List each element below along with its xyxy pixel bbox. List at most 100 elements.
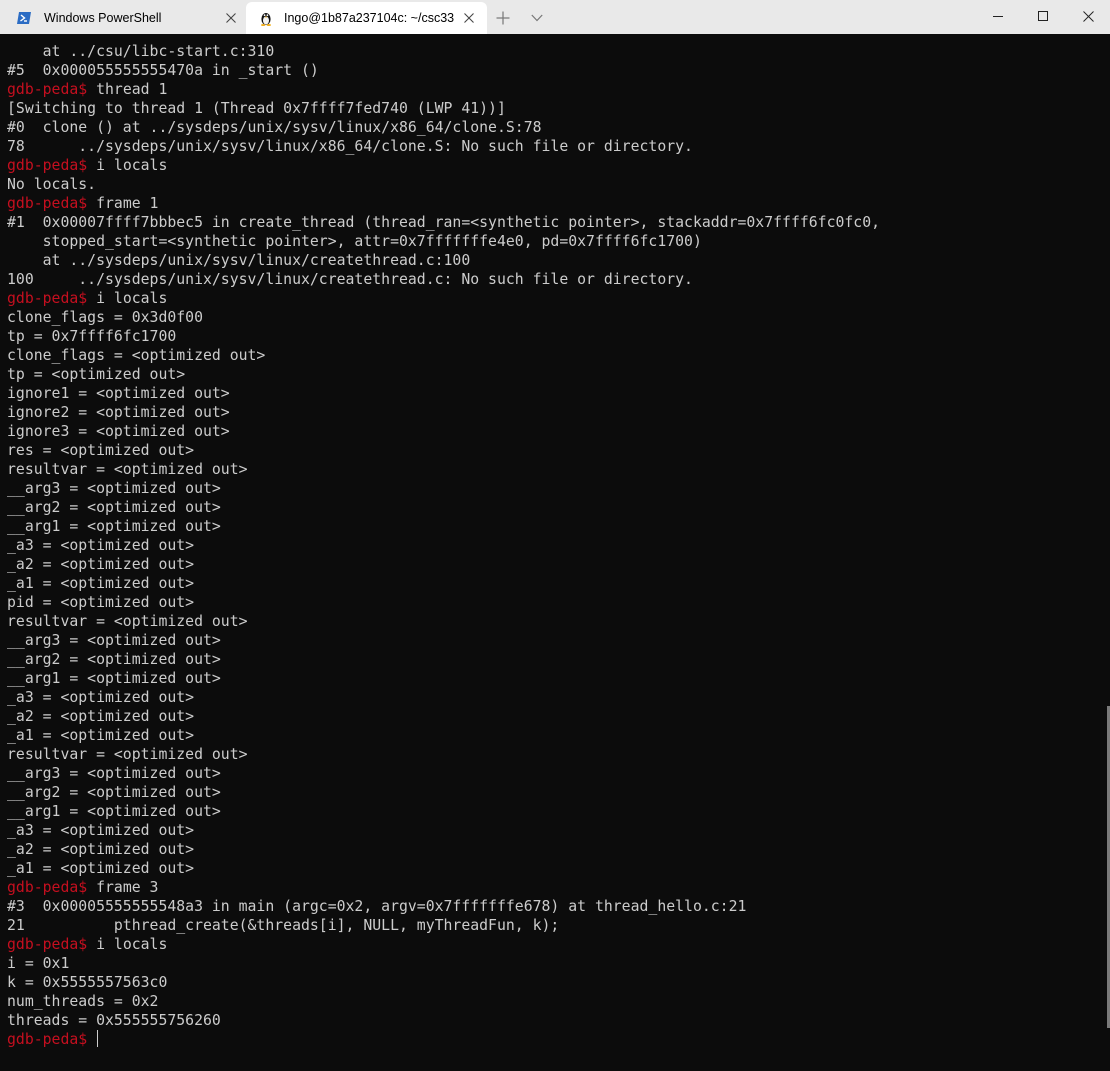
output-line: #3 0x00005555555548a3 in main (argc=0x2,… [7, 897, 880, 916]
output-text: 78 ../sysdeps/unix/sysv/linux/x86_64/clo… [7, 138, 693, 155]
terminal-window: Windows PowerShell Ingo@1b87a237104c: ~/… [0, 0, 1110, 1071]
output-text: tp = 0x7ffff6fc1700 [7, 328, 177, 345]
tab-title: Ingo@1b87a237104c: ~/csc331 [284, 11, 454, 25]
output-line: at ../csu/libc-start.c:310 [7, 42, 880, 61]
output-text: #3 0x00005555555548a3 in main (argc=0x2,… [7, 898, 747, 915]
close-window-button[interactable] [1065, 0, 1110, 32]
output-text: _a2 = <optimized out> [7, 841, 195, 858]
output-text: stopped_start=<synthetic pointer>, attr=… [7, 233, 702, 250]
output-text: __arg2 = <optimized out> [7, 651, 221, 668]
command-text: thread 1 [87, 81, 168, 98]
output-line: num_threads = 0x2 [7, 992, 880, 1011]
terminal-output[interactable]: at ../csu/libc-start.c:310 #5 0x000055555… [0, 34, 1102, 1071]
title-bar[interactable]: Windows PowerShell Ingo@1b87a237104c: ~/… [0, 0, 1110, 34]
command-text [87, 1031, 96, 1048]
maximize-button[interactable] [1020, 0, 1066, 32]
output-text: __arg1 = <optimized out> [7, 670, 221, 687]
close-icon [1082, 10, 1094, 22]
minimize-button[interactable] [975, 0, 1021, 32]
output-line: ignore1 = <optimized out> [7, 384, 880, 403]
output-line: k = 0x5555557563c0 [7, 973, 880, 992]
tab-linux[interactable]: Ingo@1b87a237104c: ~/csc331 [246, 2, 487, 34]
output-line: ignore2 = <optimized out> [7, 403, 880, 422]
prompt-line: gdb-peda$ i locals [7, 289, 880, 308]
output-text: __arg2 = <optimized out> [7, 499, 221, 516]
output-text: _a1 = <optimized out> [7, 860, 195, 877]
command-text: frame 1 [87, 195, 159, 212]
output-text: clone_flags = 0x3d0f00 [7, 309, 203, 326]
tab-powershell[interactable]: Windows PowerShell [0, 2, 245, 34]
new-tab-button[interactable] [490, 4, 516, 32]
output-line: tp = 0x7ffff6fc1700 [7, 327, 880, 346]
output-line: stopped_start=<synthetic pointer>, attr=… [7, 232, 880, 251]
prompt-text: gdb-peda$ [7, 81, 88, 98]
output-text: pid = <optimized out> [7, 594, 195, 611]
command-text: i locals [87, 936, 168, 953]
output-text: _a3 = <optimized out> [7, 537, 195, 554]
output-line: _a3 = <optimized out> [7, 688, 880, 707]
output-text: k = 0x5555557563c0 [7, 974, 168, 991]
output-text: __arg3 = <optimized out> [7, 632, 221, 649]
output-text: #0 clone () at ../sysdeps/unix/sysv/linu… [7, 119, 542, 136]
close-tab-icon[interactable] [461, 10, 477, 26]
output-text: clone_flags = <optimized out> [7, 347, 266, 364]
output-line: clone_flags = 0x3d0f00 [7, 308, 880, 327]
output-text: _a3 = <optimized out> [7, 689, 195, 706]
output-line: at ../sysdeps/unix/sysv/linux/createthre… [7, 251, 880, 270]
command-text: i locals [87, 157, 168, 174]
text-cursor [97, 1030, 99, 1047]
output-line: _a1 = <optimized out> [7, 574, 880, 593]
output-line: resultvar = <optimized out> [7, 460, 880, 479]
output-text: num_threads = 0x2 [7, 993, 159, 1010]
output-text: resultvar = <optimized out> [7, 613, 248, 630]
output-text: resultvar = <optimized out> [7, 746, 248, 763]
tab-dropdown-button[interactable] [524, 4, 550, 32]
prompt-text: gdb-peda$ [7, 1031, 88, 1048]
plus-icon [496, 11, 510, 25]
output-line: _a2 = <optimized out> [7, 707, 880, 726]
output-text: at ../csu/libc-start.c:310 [7, 43, 275, 60]
output-line: _a3 = <optimized out> [7, 821, 880, 840]
output-line: 21 pthread_create(&threads[i], NULL, myT… [7, 916, 880, 935]
output-text: res = <optimized out> [7, 442, 195, 459]
output-line: #5 0x000055555555470a in _start () [7, 61, 880, 80]
output-text: _a1 = <optimized out> [7, 727, 195, 744]
output-text: __arg3 = <optimized out> [7, 765, 221, 782]
close-tab-icon[interactable] [223, 10, 239, 26]
output-line: pid = <optimized out> [7, 593, 880, 612]
prompt-text: gdb-peda$ [7, 879, 88, 896]
prompt-line: gdb-peda$ [7, 1030, 880, 1049]
prompt-text: gdb-peda$ [7, 290, 88, 307]
output-text: threads = 0x555555756260 [7, 1012, 221, 1029]
output-text: __arg1 = <optimized out> [7, 803, 221, 820]
output-line: [Switching to thread 1 (Thread 0x7ffff7f… [7, 99, 880, 118]
output-text: #1 0x00007ffff7bbbec5 in create_thread (… [7, 214, 881, 231]
output-line: 100 ../sysdeps/unix/sysv/linux/createthr… [7, 270, 880, 289]
output-line: tp = <optimized out> [7, 365, 880, 384]
maximize-icon [1038, 11, 1048, 21]
output-line: __arg3 = <optimized out> [7, 479, 880, 498]
linux-penguin-icon [261, 13, 271, 26]
powershell-icon [17, 12, 31, 24]
tab-title: Windows PowerShell [44, 11, 162, 25]
output-line: __arg2 = <optimized out> [7, 650, 880, 669]
output-line: 78 ../sysdeps/unix/sysv/linux/x86_64/clo… [7, 137, 880, 156]
output-text: _a3 = <optimized out> [7, 822, 195, 839]
output-line: threads = 0x555555756260 [7, 1011, 880, 1030]
prompt-line: gdb-peda$ frame 1 [7, 194, 880, 213]
output-text: _a2 = <optimized out> [7, 556, 195, 573]
output-text: 21 pthread_create(&threads[i], NULL, myT… [7, 917, 560, 934]
output-text: __arg3 = <optimized out> [7, 480, 221, 497]
output-line: #1 0x00007ffff7bbbec5 in create_thread (… [7, 213, 880, 232]
output-line: __arg1 = <optimized out> [7, 517, 880, 536]
output-text: __arg1 = <optimized out> [7, 518, 221, 535]
prompt-text: gdb-peda$ [7, 157, 88, 174]
output-line: #0 clone () at ../sysdeps/unix/sysv/linu… [7, 118, 880, 137]
output-line: _a2 = <optimized out> [7, 555, 880, 574]
output-line: No locals. [7, 175, 880, 194]
output-text: resultvar = <optimized out> [7, 461, 248, 478]
output-text: at ../sysdeps/unix/sysv/linux/createthre… [7, 252, 471, 269]
scrollbar[interactable] [1102, 34, 1110, 1071]
output-text: 100 ../sysdeps/unix/sysv/linux/createthr… [7, 271, 693, 288]
output-line: _a2 = <optimized out> [7, 840, 880, 859]
